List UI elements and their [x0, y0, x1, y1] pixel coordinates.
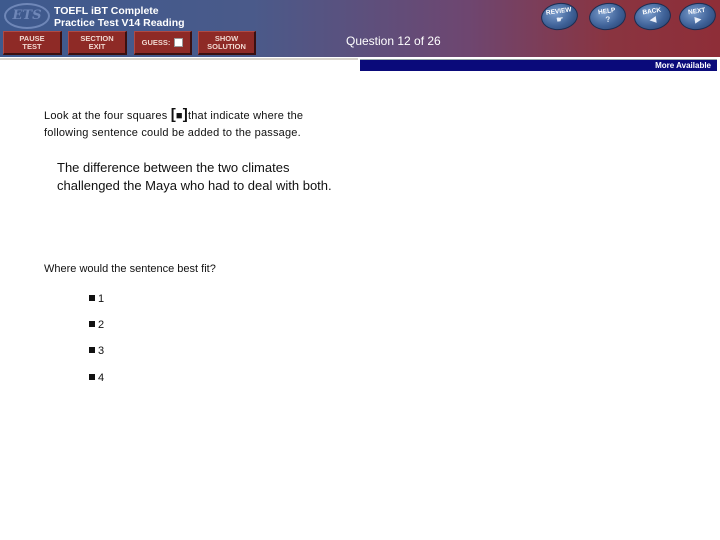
next-button[interactable]: NEXT ▶ [677, 0, 718, 33]
question-prompt: Where would the sentence best fit? [44, 263, 216, 275]
header-bar: ETS TOEFL iBT Complete Practice Test V14… [0, 0, 720, 57]
square-icon [89, 321, 95, 327]
square-icon [89, 347, 95, 353]
arrow-right-icon: ▶ [694, 14, 702, 25]
question-mark-icon: ? [604, 14, 611, 25]
square-icon [89, 295, 95, 301]
divider [0, 58, 358, 60]
answer-option[interactable]: 3 [89, 345, 104, 357]
option-label: 4 [98, 372, 105, 384]
app-title-line1: TOEFL iBT Complete [54, 5, 159, 17]
show-label-2: SOLUTION [207, 41, 246, 51]
option-label: 2 [98, 319, 105, 331]
app-title-line2: Practice Test V14 Reading [54, 17, 185, 29]
question-instruction: Look at the four squares [■]that indicat… [44, 106, 334, 142]
guess-checkbox[interactable] [174, 38, 184, 47]
arrow-left-icon: ◀ [649, 14, 657, 25]
question-counter: Question 12 of 26 [346, 34, 441, 48]
option-label: 1 [98, 293, 105, 305]
answer-option[interactable]: 4 [89, 372, 104, 384]
square-icon: ■ [175, 110, 183, 122]
review-button[interactable]: REVIEW ☛ [539, 0, 580, 33]
more-available-bar: More Available [360, 59, 717, 71]
pause-test-button[interactable]: PAUSE TEST [3, 31, 62, 55]
guess-button[interactable]: GUESS: [134, 31, 192, 55]
app-title: TOEFL iBT Complete Practice Test V14 Rea… [54, 5, 185, 29]
help-button[interactable]: HELP ? [587, 0, 628, 33]
section-label-2: EXIT [88, 41, 106, 51]
answer-option[interactable]: 2 [89, 319, 104, 331]
insert-sentence: The difference between the two climates … [57, 160, 332, 193]
show-solution-button[interactable]: SHOW SOLUTION [198, 31, 256, 55]
pause-label-2: TEST [22, 41, 42, 51]
answer-option[interactable]: 1 [89, 293, 104, 305]
option-label: 3 [98, 345, 105, 357]
section-exit-button[interactable]: SECTION EXIT [68, 31, 127, 55]
guess-label: GUESS: [141, 37, 171, 47]
square-icon [89, 374, 95, 380]
back-button[interactable]: BACK ◀ [632, 0, 673, 33]
instruction-text: Look at the four squares [44, 110, 171, 122]
ets-logo: ETS [4, 3, 50, 29]
